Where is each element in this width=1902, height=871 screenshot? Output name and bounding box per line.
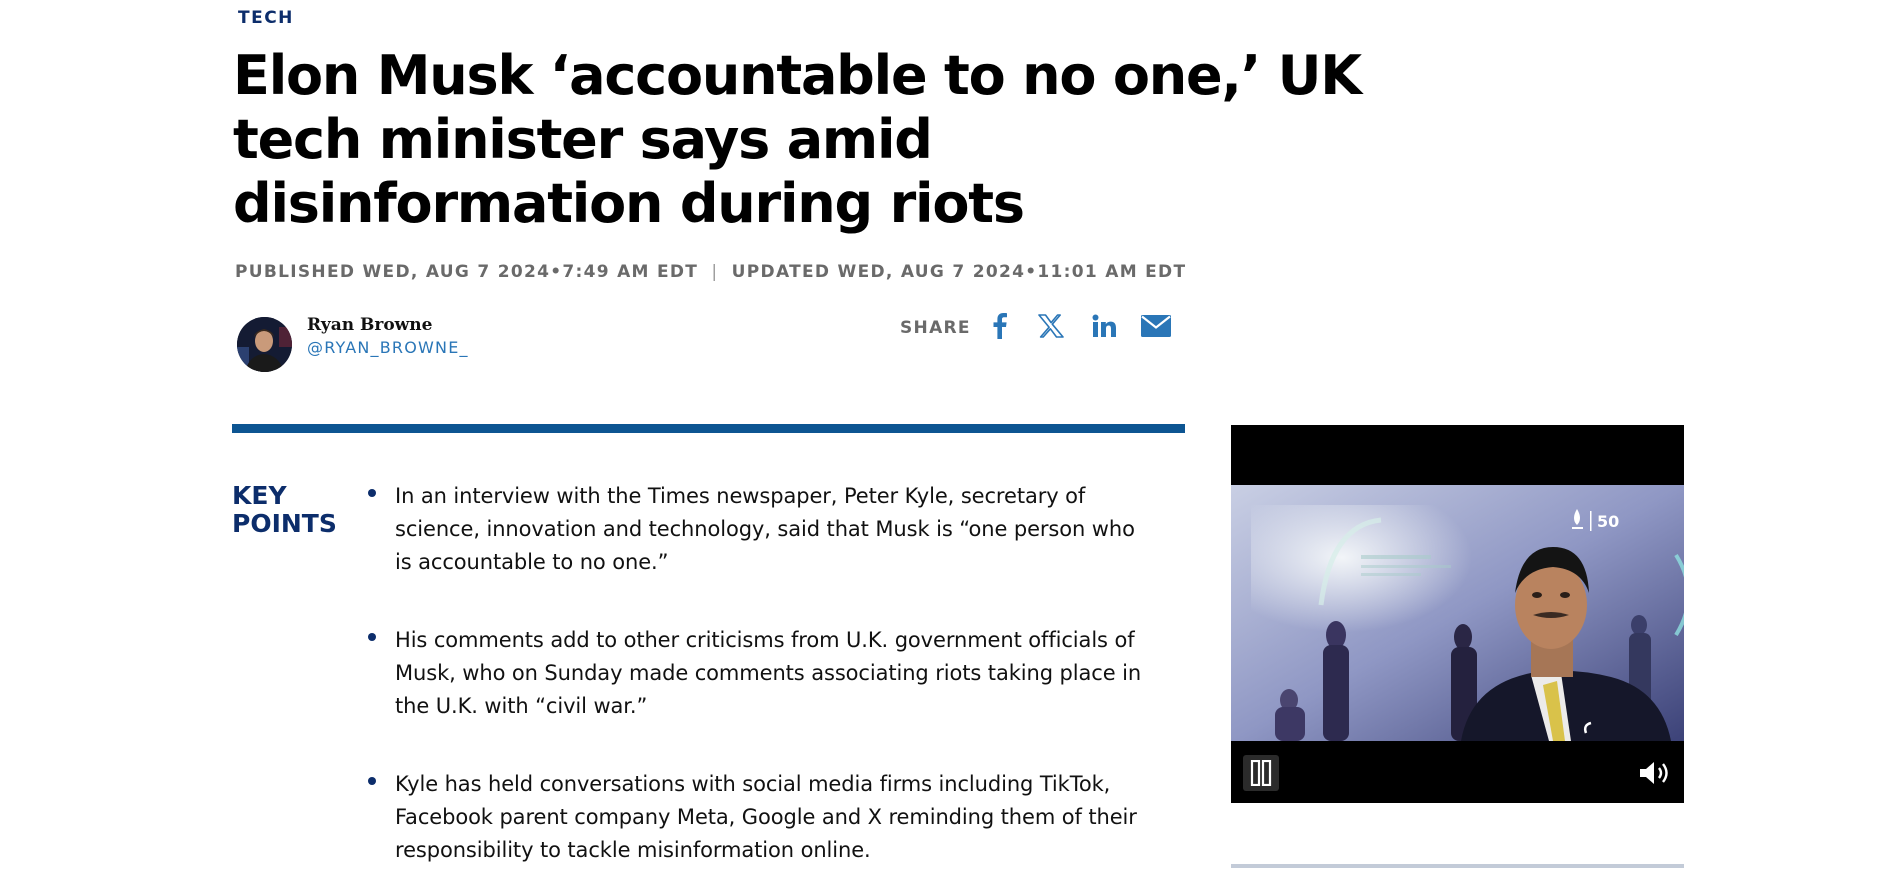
key-point-text: His comments add to other criticisms fro… [395,628,1142,718]
author-avatar[interactable] [237,317,292,372]
updated-time: UPDATED WED, AUG 7 2024•11:01 AM EDT [731,262,1187,282]
published-time: PUBLISHED WED, AUG 7 2024•7:49 AM EDT [235,262,699,282]
key-points-heading-line1: KEY [232,481,287,510]
email-icon[interactable] [1139,310,1173,342]
author-twitter-handle[interactable]: @RYAN_BROWNE_ [307,338,469,357]
bullet-icon [368,489,376,497]
bullet-icon [368,777,376,785]
x-icon[interactable] [1036,310,1066,342]
sidebar-divider [1231,864,1684,868]
key-points-heading: KEY POINTS [232,482,352,538]
key-point-item: Kyle has held conversations with social … [368,768,1148,867]
key-points-divider [232,424,1185,433]
key-point-item: His comments add to other criticisms fro… [368,624,1148,723]
share-label: SHARE [900,318,971,338]
timestamp-separator: | [711,262,719,282]
linkedin-icon[interactable] [1089,310,1119,342]
key-points-list: In an interview with the Times newspaper… [368,480,1148,871]
key-point-text: Kyle has held conversations with social … [395,772,1137,862]
headline: Elon Musk ‘accountable to no one,’ UK te… [233,44,1362,235]
facebook-icon[interactable] [988,310,1012,342]
video-controls [1231,741,1684,803]
key-point-text: In an interview with the Times newspaper… [395,484,1135,574]
pause-button[interactable] [1243,755,1279,791]
anniversary-logo-text: 50 [1597,512,1619,531]
bullet-icon [368,633,376,641]
timestamps: PUBLISHED WED, AUG 7 2024•7:49 AM EDT | … [235,262,1186,282]
key-points-heading-line2: POINTS [232,509,337,538]
video-frame[interactable]: 50 [1231,485,1684,741]
volume-button[interactable] [1636,755,1676,791]
pause-icon [1250,760,1272,786]
key-point-item: In an interview with the Times newspaper… [368,480,1148,579]
author-name[interactable]: Ryan Browne [307,315,432,335]
volume-icon [1640,762,1668,784]
video-player[interactable]: 50 [1231,425,1684,803]
section-tag[interactable]: TECH [238,8,294,28]
